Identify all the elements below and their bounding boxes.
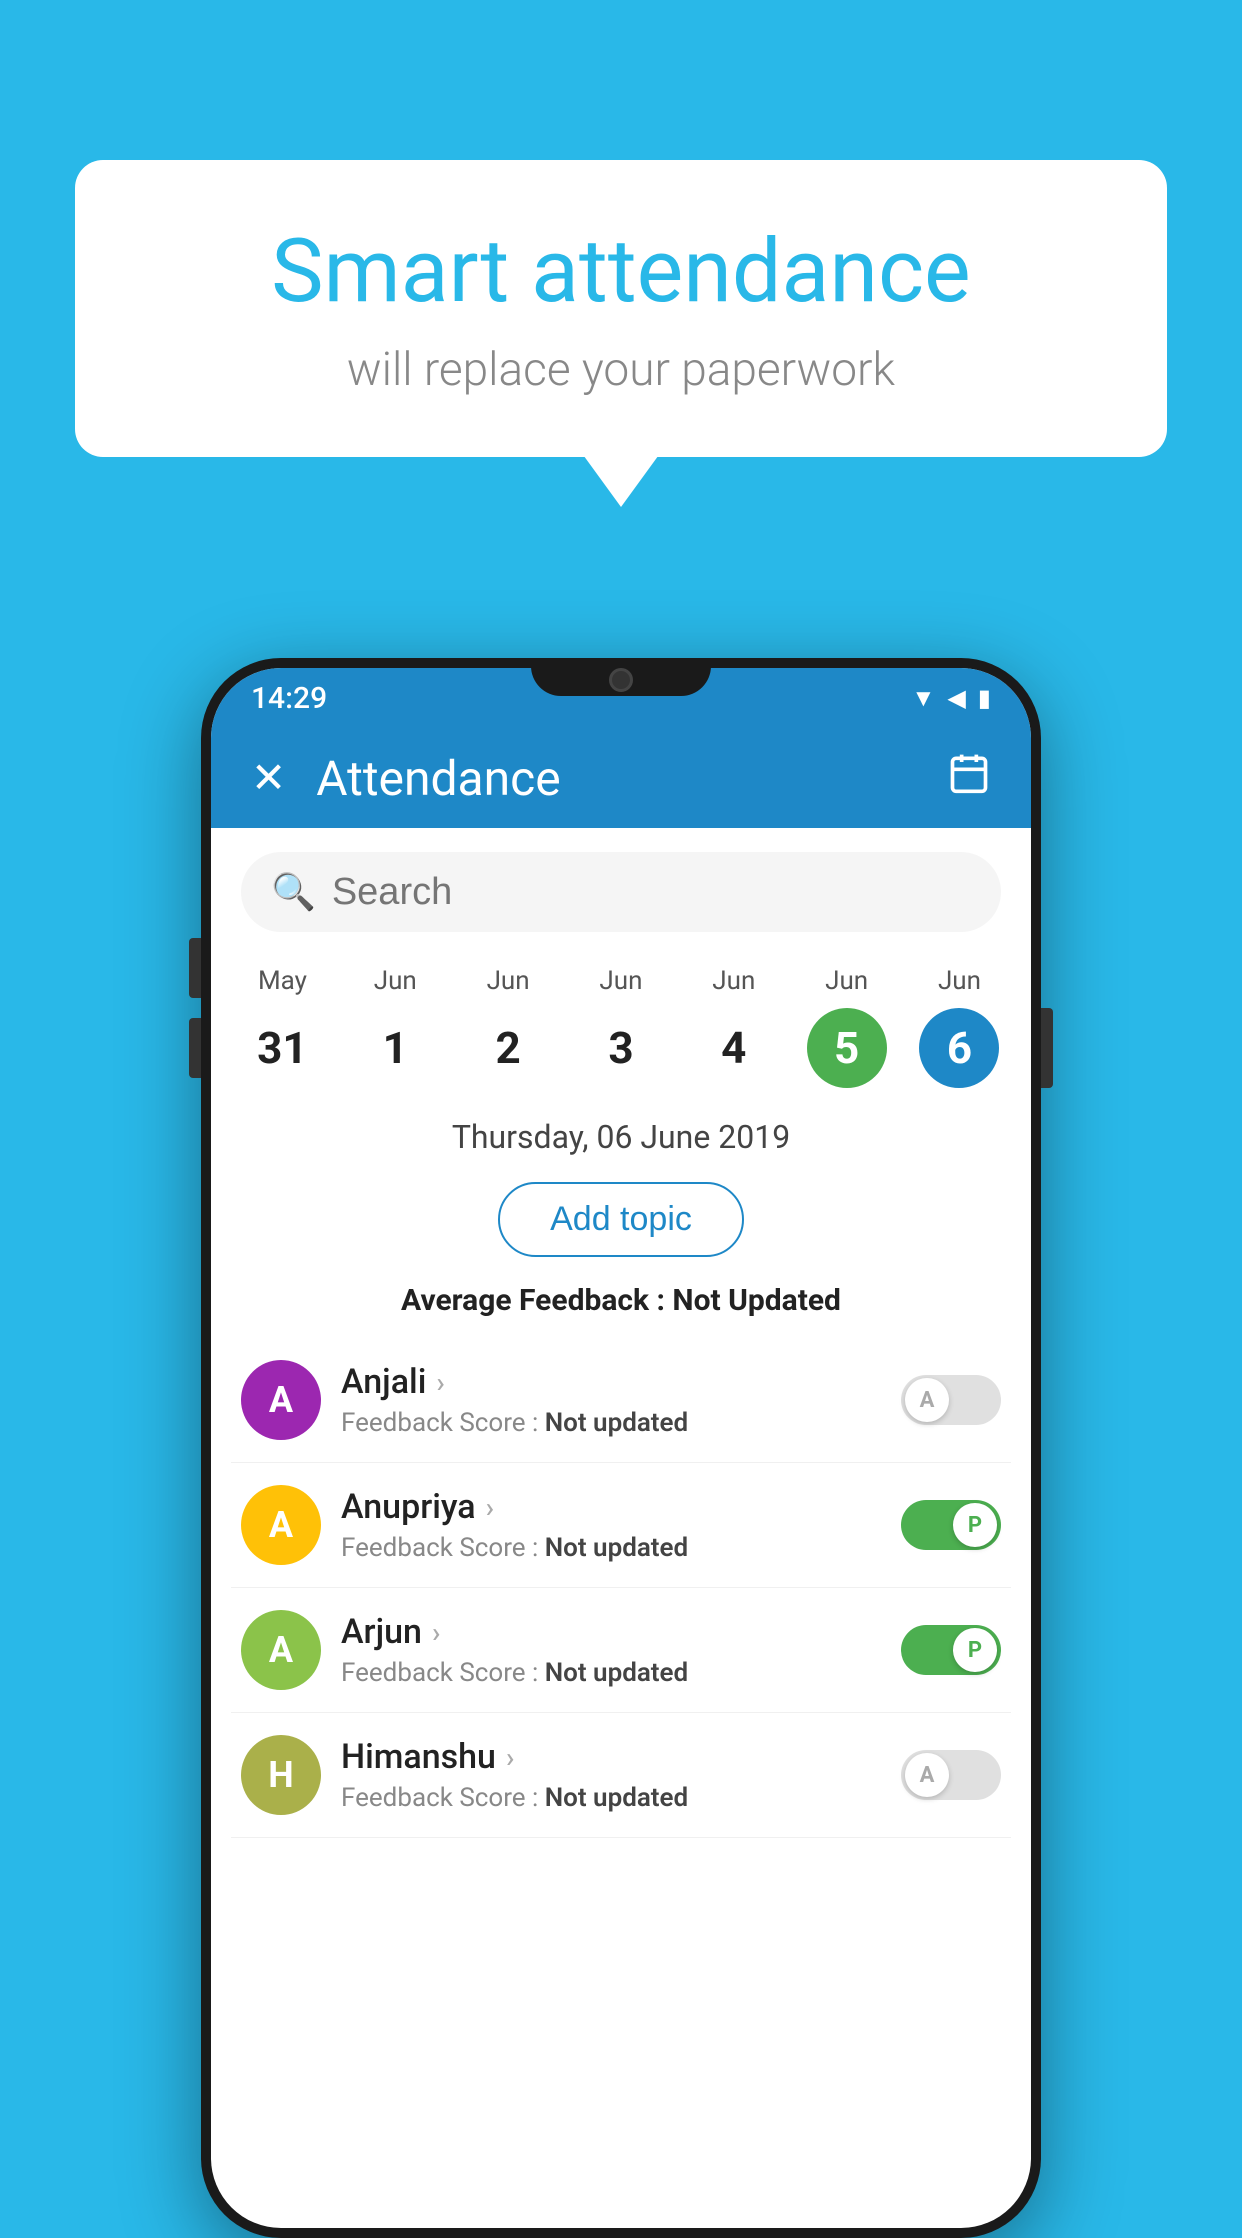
vol-down-button [189,1018,201,1078]
toggle-knob: A [905,1753,949,1797]
date-item[interactable]: Jun 6 [909,966,1009,1088]
date-item[interactable]: Jun 5 [797,966,897,1088]
vol-up-button [189,938,201,998]
date-month: Jun [825,966,868,996]
date-item[interactable]: Jun 1 [345,966,445,1088]
header-title: Attendance [316,750,917,807]
phone-screen: 14:29 ▼ ◀ ▮ ✕ Attendance 🔍 [211,668,1031,2228]
date-month: May [258,966,307,996]
student-feedback: Feedback Score : Not updated [341,1408,881,1438]
date-day[interactable]: 5 [807,1008,887,1088]
student-feedback: Feedback Score : Not updated [341,1658,881,1688]
toggle-knob: P [953,1503,997,1547]
student-name: Anjali › [341,1362,881,1402]
student-avatar: A [241,1485,321,1565]
status-icons: ▼ ◀ ▮ [912,684,991,713]
date-month: Jun [599,966,642,996]
date-month: Jun [487,966,530,996]
chevron-right-icon: › [506,1741,514,1774]
date-day[interactable]: 2 [468,1008,548,1088]
student-info: Himanshu › Feedback Score : Not updated [341,1737,881,1813]
attendance-toggle[interactable]: A [901,1750,1001,1800]
student-avatar: H [241,1735,321,1815]
battery-icon: ▮ [978,684,991,712]
app-header: ✕ Attendance [211,728,1031,828]
date-month: Jun [938,966,981,996]
attendance-toggle[interactable]: A [901,1375,1001,1425]
search-bar[interactable]: 🔍 [241,852,1001,932]
student-info: Anupriya › Feedback Score : Not updated [341,1487,881,1563]
add-topic-button[interactable]: Add topic [498,1182,744,1257]
signal-icon: ◀ [947,684,965,712]
attendance-toggle[interactable]: P [901,1625,1001,1675]
student-feedback: Feedback Score : Not updated [341,1533,881,1563]
search-input[interactable] [332,871,971,914]
student-feedback: Feedback Score : Not updated [341,1783,881,1813]
close-button[interactable]: ✕ [251,753,286,803]
date-day[interactable]: 4 [694,1008,774,1088]
speech-bubble-subtitle: will replace your paperwork [155,343,1087,397]
chevron-right-icon: › [436,1366,444,1399]
student-avatar: A [241,1610,321,1690]
date-day[interactable]: 6 [919,1008,999,1088]
student-item[interactable]: A Anjali › Feedback Score : Not updated A [231,1338,1011,1463]
student-item[interactable]: A Anupriya › Feedback Score : Not updated P [231,1463,1011,1588]
student-name: Himanshu › [341,1737,881,1777]
speech-bubble: Smart attendance will replace your paper… [75,160,1167,457]
phone-camera [609,668,633,692]
toggle-knob: A [905,1378,949,1422]
date-day[interactable]: 1 [355,1008,435,1088]
avg-feedback-label: Average Feedback : [401,1283,672,1318]
avg-feedback: Average Feedback : Not Updated [211,1273,1031,1338]
student-list: AAnjali ›Feedback Score : Not updatedAAA… [211,1338,1031,1838]
phone-frame: 14:29 ▼ ◀ ▮ ✕ Attendance 🔍 [201,658,1041,2238]
student-avatar: A [241,1360,321,1440]
avg-feedback-value: Not Updated [672,1283,841,1318]
status-time: 14:29 [251,681,327,716]
toggle-knob: P [953,1628,997,1672]
speech-bubble-title: Smart attendance [155,220,1087,323]
student-info: Arjun › Feedback Score : Not updated [341,1612,881,1688]
date-month: Jun [712,966,755,996]
date-item[interactable]: Jun 2 [458,966,558,1088]
chevron-right-icon: › [432,1616,440,1649]
student-item[interactable]: A Arjun › Feedback Score : Not updated P [231,1588,1011,1713]
attendance-toggle[interactable]: P [901,1500,1001,1550]
student-info: Anjali › Feedback Score : Not updated [341,1362,881,1438]
student-item[interactable]: H Himanshu › Feedback Score : Not updated A [231,1713,1011,1838]
student-name: Arjun › [341,1612,881,1652]
selected-date-label: Thursday, 06 June 2019 [211,1108,1031,1166]
chevron-right-icon: › [486,1491,494,1524]
date-carousel: May 31 Jun 1 Jun 2 Jun 3 Jun 4 Jun 5 Jun 6 [211,956,1031,1108]
date-item[interactable]: Jun 3 [571,966,671,1088]
calendar-icon[interactable] [947,751,991,805]
date-item[interactable]: May 31 [232,966,332,1088]
date-day[interactable]: 3 [581,1008,661,1088]
date-item[interactable]: Jun 4 [684,966,784,1088]
student-name: Anupriya › [341,1487,881,1527]
date-day[interactable]: 31 [242,1008,322,1088]
wifi-icon: ▼ [912,684,936,713]
date-month: Jun [374,966,417,996]
search-icon: 🔍 [271,871,316,913]
power-button [1041,1008,1053,1088]
phone-notch [531,658,711,696]
